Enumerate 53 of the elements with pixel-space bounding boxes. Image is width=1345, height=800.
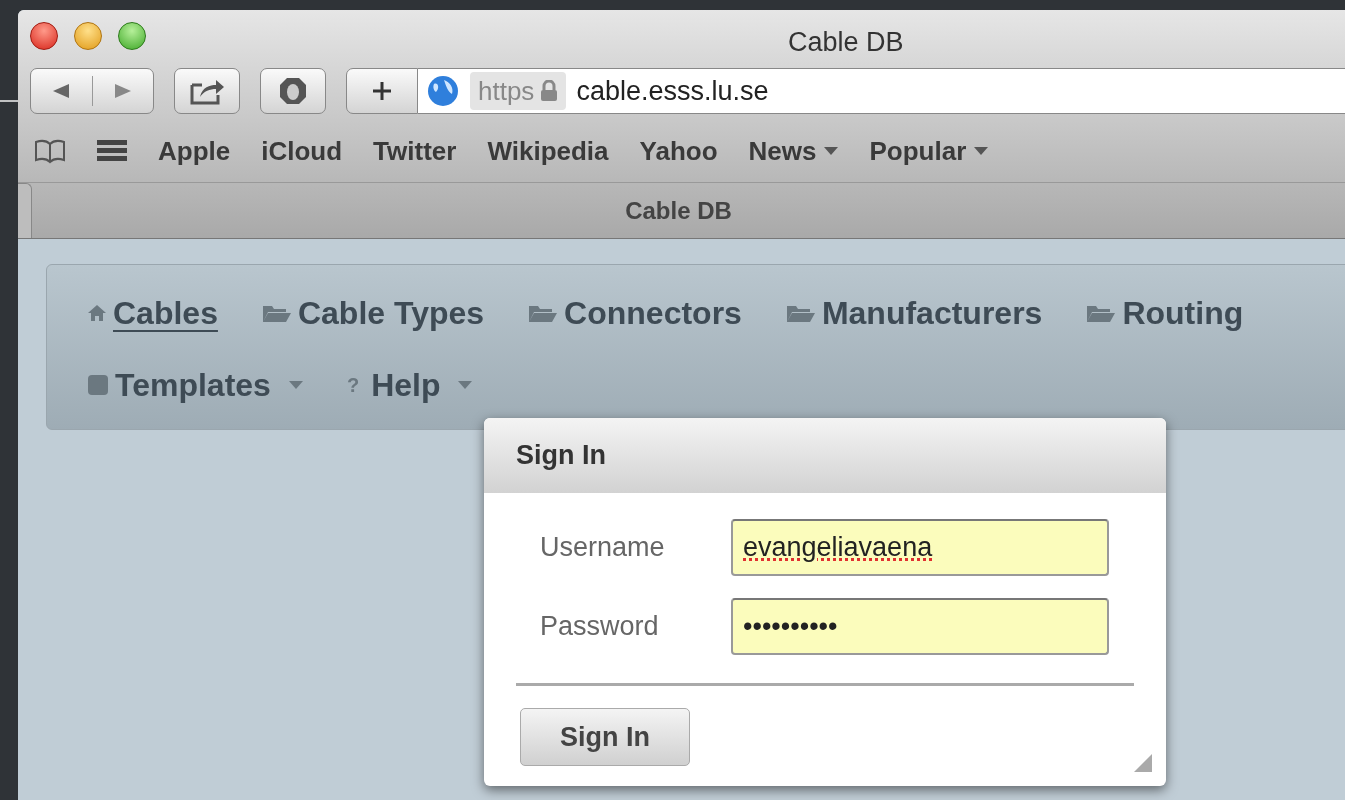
nav-menu[interactable]: ? Help [346,361,473,409]
folder-icon [785,303,816,323]
tab-edge [18,183,32,238]
nav-link[interactable]: Cable Types [261,289,485,337]
minimize-icon[interactable] [74,22,102,50]
share-icon [188,77,226,105]
dialog-title: Sign In [516,439,606,473]
bookmark-link[interactable]: Apple [158,131,231,171]
caret-icon [824,147,839,155]
browser-tab[interactable]: Cable DB [32,183,1345,238]
lock-icon [540,80,559,102]
folder-icon [528,303,559,323]
folder-icon [1086,303,1117,323]
bookmark-link[interactable]: Yahoo [639,131,718,171]
back-icon [53,84,70,98]
address-field[interactable]: https cable.esss.lu.se [418,68,1345,114]
plus-icon [371,80,393,102]
share-button[interactable] [174,68,240,114]
help-glyph: ? [346,373,360,398]
home-icon [87,303,107,323]
octagon-icon [278,76,308,106]
nav-menu[interactable]: Templates [87,361,303,409]
block-button[interactable] [260,68,326,114]
back-forward-button[interactable] [30,68,154,114]
close-icon[interactable] [30,22,58,50]
field-label: Password [540,610,660,644]
resize-grip-icon [1134,754,1152,772]
caret-icon [458,381,473,389]
caret-icon [288,381,303,389]
window-title: Cable DB [788,26,904,59]
sign-in-button[interactable]: Sign In [520,708,690,766]
bookmark-link[interactable]: Wikipedia [487,131,609,171]
input-field[interactable]: evangeliavaena [731,519,1109,576]
url-scheme: https [478,74,535,108]
nav-link[interactable]: Manufacturers [785,289,1043,337]
bookmark-menu[interactable]: Popular [869,131,989,171]
zoom-icon[interactable] [118,22,146,50]
nav-link[interactable]: Cables [87,289,218,337]
add-button[interactable] [346,68,418,114]
bookmark-link[interactable]: Twitter [373,131,457,171]
nav-link[interactable]: Routing [1086,289,1244,337]
caret-icon [974,147,989,155]
bookmark-link[interactable]: iCloud [261,131,343,171]
forward-icon [114,84,131,98]
url-text: cable.esss.lu.se [576,74,769,108]
nav-link[interactable]: Connectors [528,289,742,337]
input-field[interactable]: •••••••••• [731,598,1109,655]
bookmark-menu[interactable]: News [748,131,839,171]
database-icon [87,373,109,397]
globe-icon [426,74,460,108]
book-icon [34,138,66,164]
folder-icon [261,303,292,323]
field-label: Username [540,531,666,565]
